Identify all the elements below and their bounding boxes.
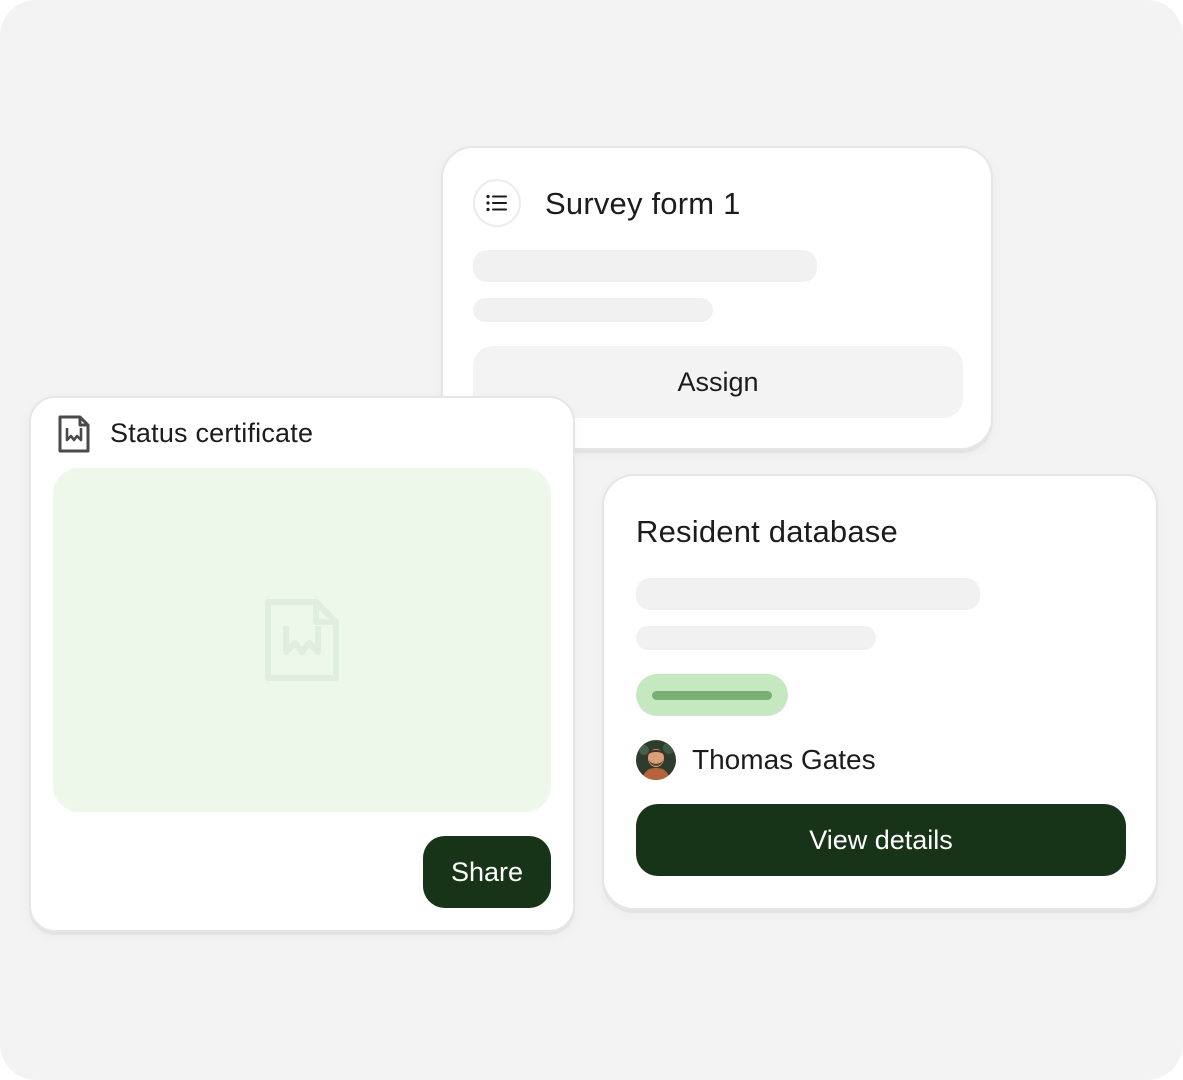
view-details-button[interactable]: View details — [636, 804, 1126, 876]
resident-database-card: Resident database Thomas Gates View deta… — [602, 474, 1158, 910]
placeholder-line — [473, 298, 713, 322]
placeholder-line — [636, 578, 980, 610]
resident-title: Resident database — [636, 514, 898, 549]
certificate-title: Status certificate — [110, 418, 314, 448]
word-document-icon — [265, 599, 339, 681]
status-tag-bar — [652, 691, 772, 700]
avatar — [636, 740, 676, 780]
status-tag — [636, 674, 788, 716]
survey-title: Survey form 1 — [545, 186, 741, 221]
placeholder-line — [636, 626, 876, 650]
share-button[interactable]: Share — [423, 836, 551, 908]
word-document-icon — [58, 415, 90, 453]
canvas: Survey form 1 Assign Status certificate … — [0, 0, 1183, 1080]
document-preview[interactable] — [53, 468, 551, 812]
placeholder-line — [473, 250, 817, 282]
person-name: Thomas Gates — [692, 744, 876, 775]
status-certificate-card: Status certificate Share — [29, 396, 575, 932]
list-icon — [473, 179, 521, 227]
